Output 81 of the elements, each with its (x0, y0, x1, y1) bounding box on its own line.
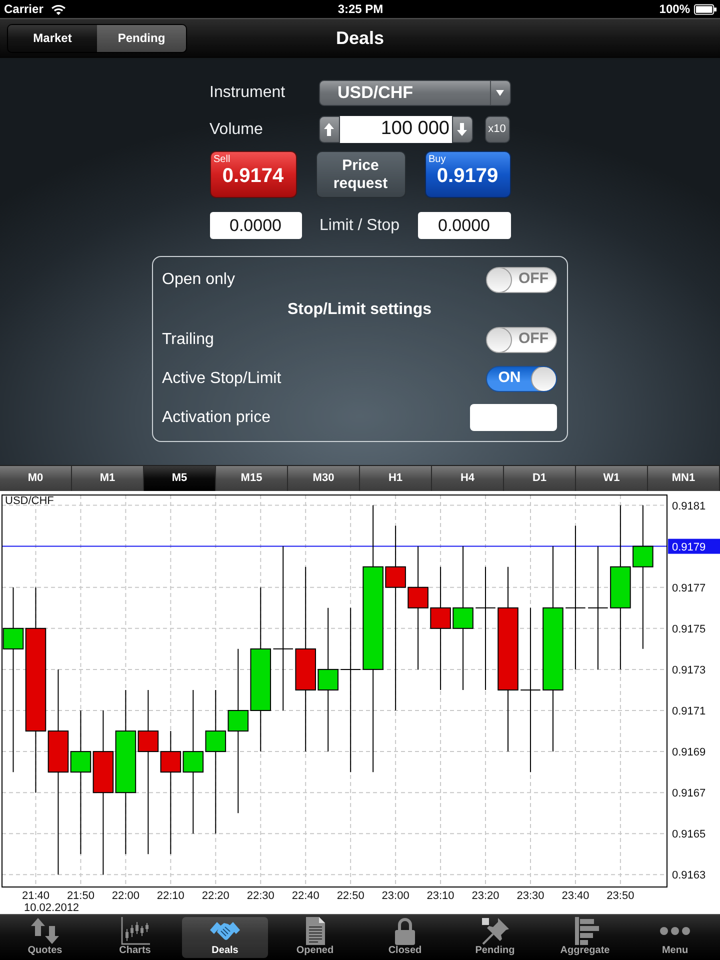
axis-label: 23:30 (516, 890, 544, 902)
date-label: 10.02.2012 (24, 902, 80, 914)
timeframe-tab[interactable]: M15 (216, 465, 288, 491)
price-field[interactable]: 0.0000 (210, 212, 302, 239)
price-field[interactable]: 0.0000 (418, 212, 510, 239)
axis-label: 23:40 (562, 890, 590, 902)
section-header: Stop/Limit settings (288, 300, 432, 320)
tab-bar-item[interactable]: Menu (632, 917, 718, 958)
tab-bar-item[interactable]: Deals (182, 917, 268, 958)
buy-button[interactable]: Buy 0.9179 (424, 151, 510, 198)
axis-label: 22:10 (156, 890, 184, 902)
axis-label: 0.9169 (672, 746, 706, 759)
axis-label: 22:40 (292, 890, 320, 902)
decrease-button[interactable] (452, 116, 472, 143)
volume-field[interactable]: 100 000 (340, 116, 452, 143)
axis-label: 22:00 (112, 890, 140, 902)
setting-label: Active Stop/Limit (162, 368, 282, 388)
axis-label: 0.9165 (672, 828, 706, 841)
timeframe-tab[interactable]: M1 (72, 465, 144, 491)
battery-icon (694, 4, 717, 14)
arrows-icon (30, 917, 60, 945)
axis-label: 21:50 (66, 890, 94, 902)
toggle-switch[interactable]: OFF (486, 266, 557, 292)
timeframe-tab[interactable]: M5 (144, 465, 216, 491)
timeframe-tab[interactable]: M30 (288, 465, 360, 491)
axis-label: 22:50 (336, 890, 364, 902)
carrier-label: Carrier (4, 1, 44, 18)
toggle-switch[interactable]: OFF (486, 326, 557, 352)
instrument-dropdown[interactable]: USD/CHF (318, 80, 510, 106)
axis-label: 0.9167 (672, 788, 706, 800)
setting-label: Trailing (162, 330, 214, 350)
activation-price-field[interactable] (470, 404, 557, 431)
axis-label: 22:20 (202, 890, 230, 902)
increase-button[interactable] (318, 116, 340, 143)
timeframe-tab[interactable]: MN1 (648, 465, 720, 491)
pushpin-icon (480, 917, 510, 945)
axis-label: 21:40 (22, 890, 50, 902)
timeframe-tab[interactable]: D1 (504, 465, 576, 491)
tab-bar-item[interactable]: Pending (452, 917, 538, 958)
limit-stop-label: Limit / Stop (318, 216, 401, 236)
timeframe-tab[interactable]: H4 (432, 465, 504, 491)
tab-bar-item[interactable]: Quotes (2, 917, 88, 958)
axis-label: 23:20 (472, 890, 500, 902)
tab-bar-item[interactable]: Closed (362, 917, 448, 958)
arrow-down-icon (457, 123, 467, 136)
price-request-button[interactable]: Price request (316, 151, 406, 198)
tab-bar-item[interactable]: Aggregate (542, 917, 628, 958)
volume-label: Volume (210, 120, 264, 140)
timeframe-tab[interactable]: M0 (0, 465, 72, 491)
chart-icon (120, 917, 150, 945)
timeframe-tab[interactable]: W1 (576, 465, 648, 491)
arrow-up-icon (324, 123, 334, 136)
ref-line-label: 0.9179 (672, 541, 706, 554)
page-title: Deals (336, 28, 384, 48)
timeframe-tab[interactable]: H1 (360, 465, 432, 491)
setting-label: Activation price (162, 408, 270, 428)
axis-label: 0.9173 (672, 664, 706, 676)
instrument-label: Instrument (210, 83, 286, 103)
axis-label: 23:00 (382, 890, 410, 902)
toggle-switch[interactable]: ON (486, 366, 557, 392)
chart-title: USD/CHF (5, 495, 54, 507)
ellipsis-icon (660, 927, 690, 935)
axis-label: 0.9177 (672, 582, 706, 594)
axis-label: 23:10 (426, 890, 454, 902)
price-tag: 0.9179 (668, 538, 720, 554)
axis-label: 0.9163 (672, 870, 706, 882)
battery-percent: 100% (659, 1, 690, 18)
wifi-icon (51, 4, 66, 14)
axis-label: 23:50 (606, 890, 634, 902)
setting-label: Open only (162, 270, 235, 290)
segment-tab[interactable]: Pending (97, 24, 186, 52)
axis-label: 0.9171 (672, 706, 706, 718)
caret-icon (496, 90, 504, 96)
axis-label: 0.9175 (672, 623, 706, 636)
tab-bar-item[interactable]: Opened (272, 917, 358, 958)
multiplier-button[interactable]: x10 (484, 116, 510, 143)
axis-label: 0.9181 (672, 500, 706, 512)
axis-label: 22:30 (246, 890, 274, 902)
tab-bar-item[interactable]: Charts (92, 917, 178, 958)
sell-button[interactable]: Sell 0.9174 (210, 151, 296, 198)
time-label: 3:25 PM (338, 2, 384, 16)
